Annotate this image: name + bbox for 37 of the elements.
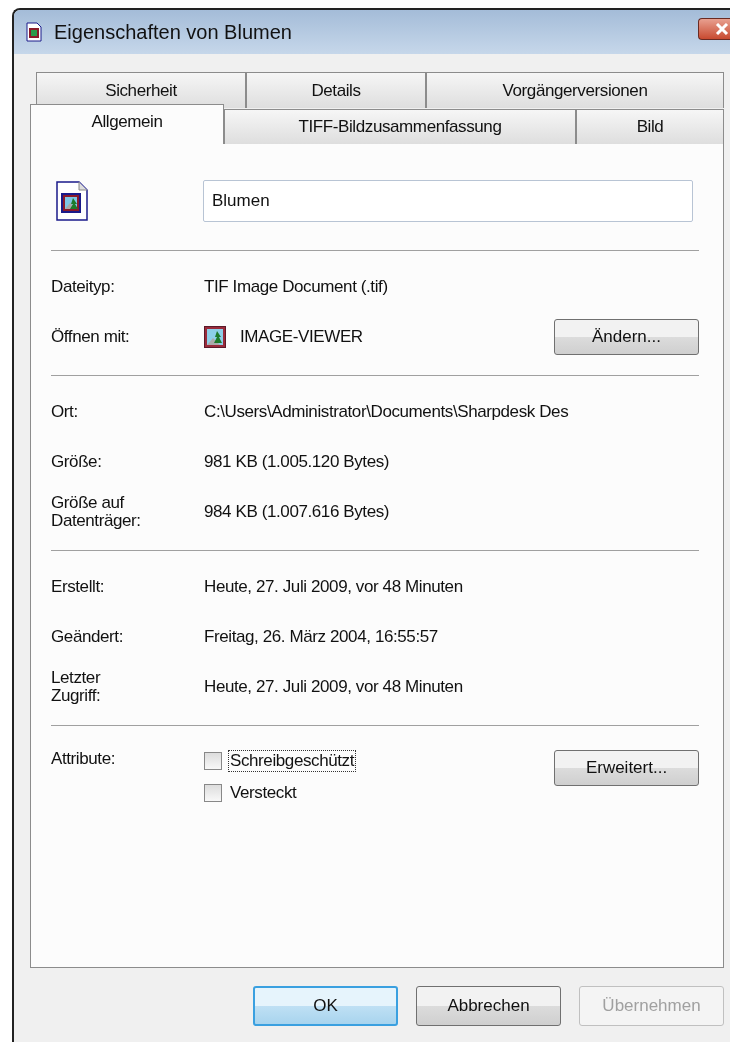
field-value: 984 KB (1.007.616 Bytes) [204, 502, 390, 522]
field-value: Heute, 27. Juli 2009, vor 48 Minuten [204, 577, 463, 597]
field-label: Größe: [51, 453, 103, 471]
tab[interactable]: Bild [576, 109, 724, 144]
tab[interactable]: Allgemein [30, 104, 224, 144]
advanced-button[interactable]: Erweitert... [554, 750, 699, 786]
field-value: IMAGE-VIEWER [240, 327, 364, 347]
checkbox-label[interactable]: Versteckt [228, 782, 299, 804]
picture-icon [204, 326, 226, 348]
tab[interactable]: TIFF-Bildzusammenfassung [224, 109, 576, 144]
field-value: 981 KB (1.005.120 Bytes) [204, 452, 390, 472]
tab[interactable]: Vorgängerversionen [426, 72, 724, 108]
field-label: Erstellt: [51, 578, 106, 596]
checkbox[interactable] [204, 752, 222, 770]
field-value: Freitag, 26. März 2004, 16:55:57 [204, 627, 438, 647]
field-label: Attribute: [51, 750, 117, 768]
field-value: Heute, 27. Juli 2009, vor 48 Minuten [204, 677, 463, 697]
change-button[interactable]: Ändern... [554, 319, 699, 355]
name-field[interactable]: Blumen [203, 180, 693, 222]
field-value: TIF Image Document (.tif) [204, 277, 388, 297]
field-label: Größe auf Datenträger: [51, 494, 142, 530]
dialog-button[interactable]: Abbrechen [416, 986, 561, 1026]
document-icon [26, 22, 42, 42]
field-label: Öffnen mit: [51, 328, 131, 346]
dialog-button[interactable]: OK [253, 986, 398, 1026]
field-value: C:\Users\Administrator\Documents\Sharpdesk Des [204, 402, 569, 422]
field-label: Ort: [51, 403, 79, 421]
field-label: Geändert: [51, 628, 124, 646]
image-file-icon [56, 181, 88, 221]
checkbox[interactable] [204, 784, 222, 802]
checkbox-label[interactable]: Schreibgeschützt [228, 750, 356, 772]
tab[interactable]: Details [246, 72, 426, 108]
tab[interactable]: Sicherheit [36, 72, 246, 108]
close-icon [714, 23, 729, 35]
field-label: Dateityp: [51, 278, 116, 296]
window-title: Eigenschaften von Blumen [54, 20, 293, 44]
field-label: Letzter Zugriff: [51, 669, 102, 705]
